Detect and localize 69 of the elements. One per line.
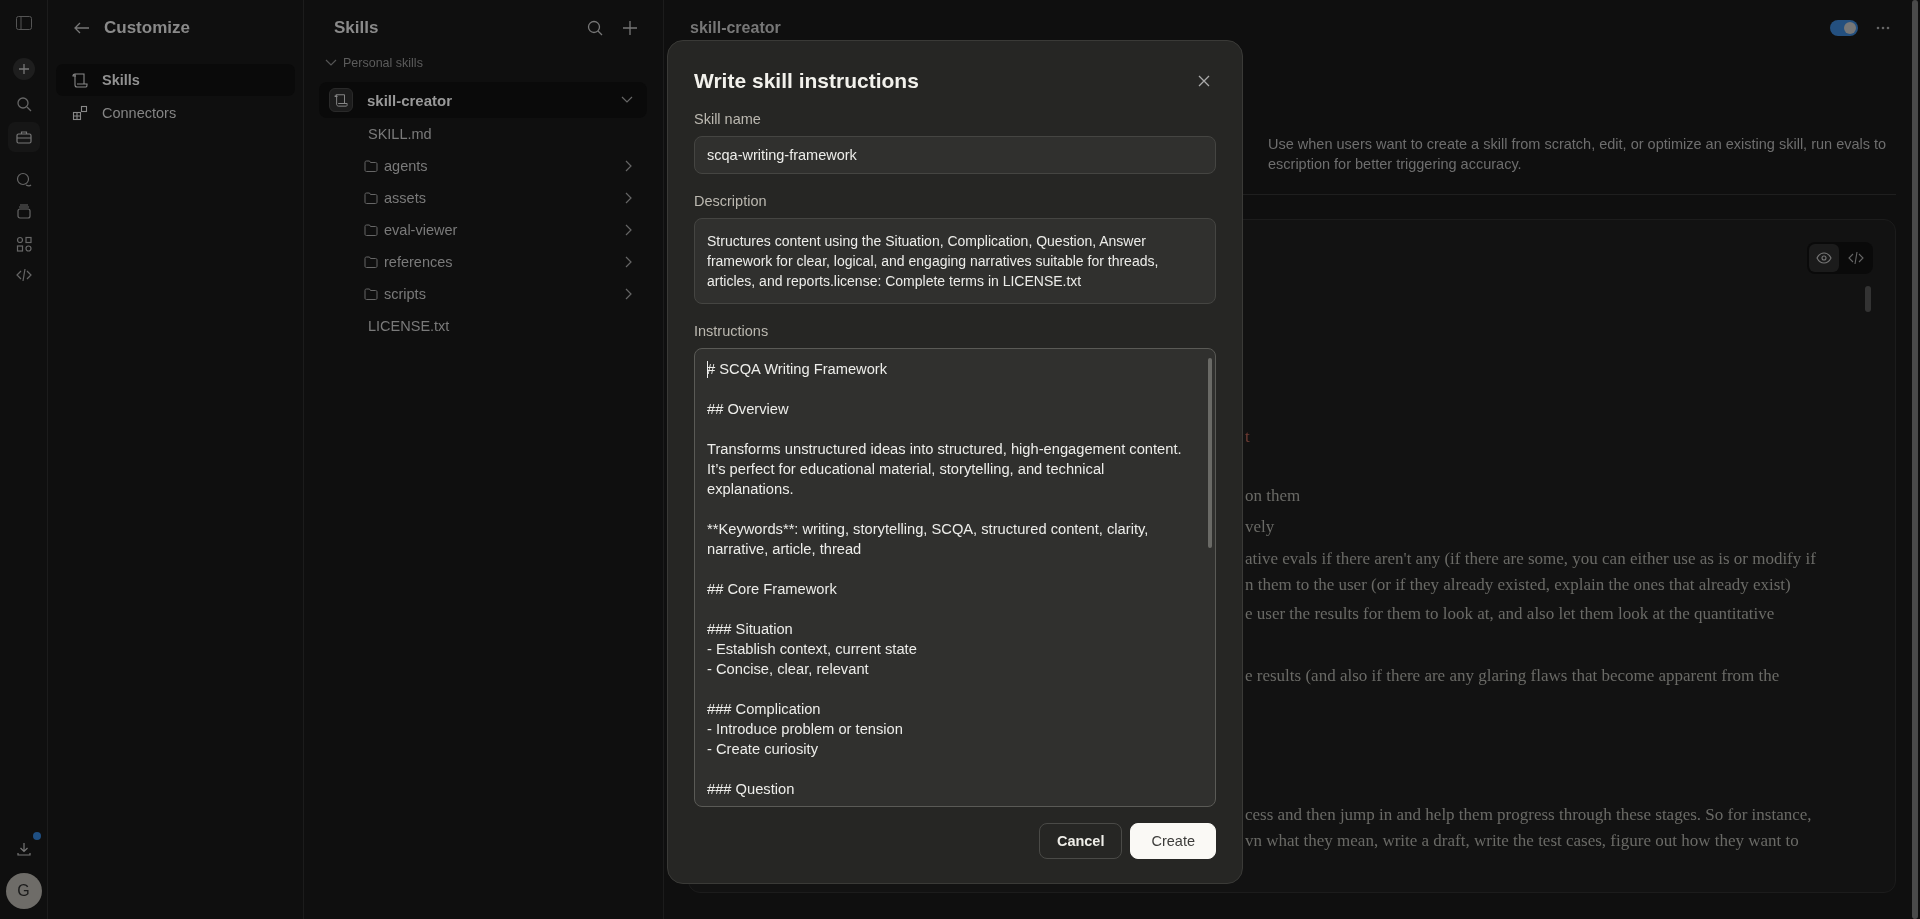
nav-item[interactable]: Connectors [56,97,295,129]
user-avatar[interactable]: G [5,873,42,909]
folder-icon [364,192,378,204]
panel-title: Skills [334,18,379,38]
body-text: e user the results for them to look at, and also let them look at the quantitative [1245,603,1776,625]
chevron-icon [625,224,633,236]
more-icon[interactable] [1876,26,1890,30]
chevron-icon [325,59,337,67]
body-text: on them [1245,485,1302,507]
field-label: Skill name [694,111,761,127]
skill-title: skill-creator [690,19,781,37]
field-label: Instructions [694,323,769,339]
download-icon[interactable] [15,841,32,857]
nav-item[interactable]: Skills [56,64,295,96]
scroll-icon [72,72,88,88]
scrollbar-thumb[interactable] [1912,0,1918,919]
folder-item[interactable]: references [364,246,647,278]
body-text: ative evals if there aren't any (if there are some, you can either use as is or modify if [1245,548,1817,570]
toolbox-button[interactable] [7,122,40,152]
sidebar-toggle-icon[interactable] [15,16,32,30]
field-label: Description [694,193,767,209]
folder-icon [364,288,378,300]
folder-item[interactable]: scripts [364,278,647,310]
chevron-icon [621,96,633,104]
back-arrow-icon[interactable] [74,22,90,34]
close-icon[interactable] [1198,75,1210,87]
chevron-icon [625,160,633,172]
folder-icon [364,256,378,268]
file-item[interactable]: LICENSE.txt [368,310,647,342]
search-icon[interactable] [15,96,32,112]
folder-item[interactable]: agents [364,150,647,182]
description-field[interactable]: Structures content using the Situation, Complication, Question, Answer framework for clear, logical, and engaging narratives suitable for threads, articles, and reports.license: Complete terms in LICENSE.txt [694,218,1216,304]
new-chat-button[interactable] [12,58,35,80]
file-item[interactable]: SKILL.md [368,118,647,150]
cancel-button[interactable]: Cancel [1038,823,1123,859]
body-text: n them to the user (or if they already existed, explain the ones that already exist) [1245,574,1792,596]
body-text: cess and then jump in and help them progress through these stages. So for instance, [1245,804,1813,826]
toggle-switch[interactable] [1830,20,1858,36]
folder-item[interactable]: assets [364,182,647,214]
chevron-icon [625,288,633,300]
panel-title: Customize [104,18,190,38]
scroll-icon [329,88,353,112]
description-text: Use when users want to create a skill from scratch, edit, or optimize an existing skill, run evals to [1268,135,1888,154]
add-icon[interactable] [623,21,637,35]
plus-icon [16,62,31,76]
body-text: e results (and also if there are any glaring flaws that become apparent from the [1245,665,1781,687]
scrollbar-thumb[interactable] [1208,358,1212,548]
chat-bubbles-icon[interactable] [15,172,32,188]
scrollbar-thumb[interactable] [1865,286,1871,312]
blocks-icon [72,105,88,121]
eye-icon[interactable] [1809,244,1839,272]
chevron-icon [625,256,633,268]
section-header[interactable]: Personal skills [319,55,647,71]
folder-icon [364,160,378,172]
folder-icon [364,224,378,236]
create-button[interactable]: Create [1130,823,1216,859]
name-field[interactable]: scqa-writing-framework [694,136,1216,174]
folder-item[interactable]: eval-viewer [364,214,647,246]
description-text: escription for better triggering accuracy. [1268,155,1523,174]
skill-row[interactable]: skill-creator [319,82,647,118]
stack-icon[interactable] [15,204,32,220]
search-icon[interactable] [587,20,603,36]
toolbox-icon [15,130,32,144]
code-icon[interactable] [15,268,32,282]
chevron-icon [625,192,633,204]
body-text: vn what they mean, write a draft, write the test cases, figure out how they want to [1245,830,1800,852]
body-text: vely [1245,516,1276,538]
shapes-icon[interactable] [15,236,32,252]
dialog-title: Write skill instructions [694,69,919,93]
